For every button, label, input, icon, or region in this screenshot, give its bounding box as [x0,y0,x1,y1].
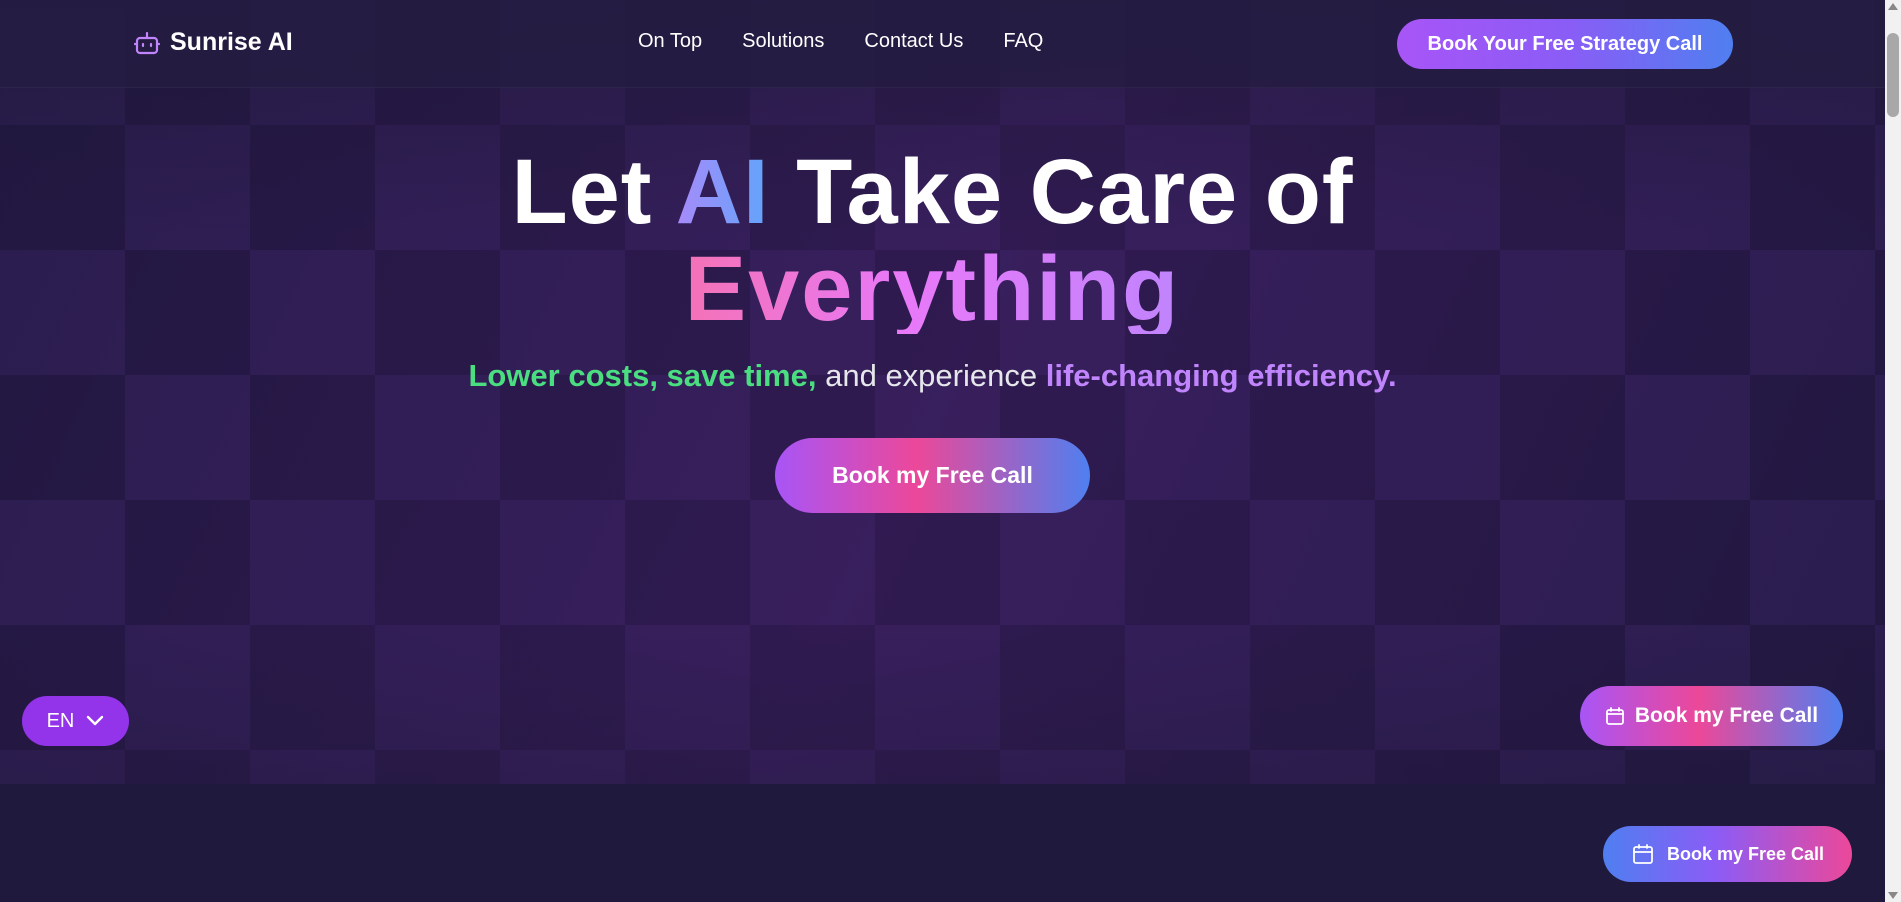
floating-button-label: Book my Free Call [1634,704,1819,727]
headline-highlight: AI [675,141,770,243]
hero-book-call-button[interactable]: Book my Free Call [775,438,1090,513]
subheadline-green: Lower costs, save time, [468,358,817,393]
nav-link-faq[interactable]: FAQ [1003,30,1043,53]
robot-icon [134,30,160,56]
scroll-down-arrow-icon[interactable] [1888,892,1898,899]
chevron-down-icon [86,715,104,727]
hero-subheadline: Lower costs, save time, and experience l… [0,358,1865,394]
calendar-icon [1631,842,1655,866]
nav-link-solutions[interactable]: Solutions [742,30,824,53]
hero-headline: Let AI Take Care of Everything [0,140,1865,340]
language-label: EN [46,709,75,732]
scroll-up-arrow-icon[interactable] [1888,3,1898,10]
brand-logo[interactable]: Sunrise AI [134,28,293,57]
chat-button-label: Book my Free Call [1666,843,1825,864]
language-selector[interactable]: EN [22,696,129,746]
top-navbar: Sunrise AI On Top Solutions Contact Us F… [0,0,1885,88]
page: Sunrise AI On Top Solutions Contact Us F… [0,0,1885,902]
headline-suffix: Take Care of [796,141,1354,243]
nav-link-on-top[interactable]: On Top [638,30,702,53]
scroll-thumb[interactable] [1887,33,1899,117]
calendar-icon [1605,706,1625,726]
strategy-call-button[interactable]: Book Your Free Strategy Call [1397,19,1733,69]
next-section [0,784,1885,902]
page-scrollbar[interactable] [1885,0,1901,902]
floating-book-call-button[interactable]: Book my Free Call [1580,686,1843,746]
chat-book-call-button[interactable]: Book my Free Call [1603,826,1852,882]
subheadline-plain: and experience [825,358,1038,393]
headline-prefix: Let [511,141,653,243]
nav-link-contact-us[interactable]: Contact Us [864,30,963,53]
brand-name: Sunrise AI [170,28,293,56]
main-nav: On Top Solutions Contact Us FAQ [638,30,1043,53]
headline-line2: Everything [684,238,1181,340]
subheadline-purple: life-changing efficiency. [1045,358,1397,393]
